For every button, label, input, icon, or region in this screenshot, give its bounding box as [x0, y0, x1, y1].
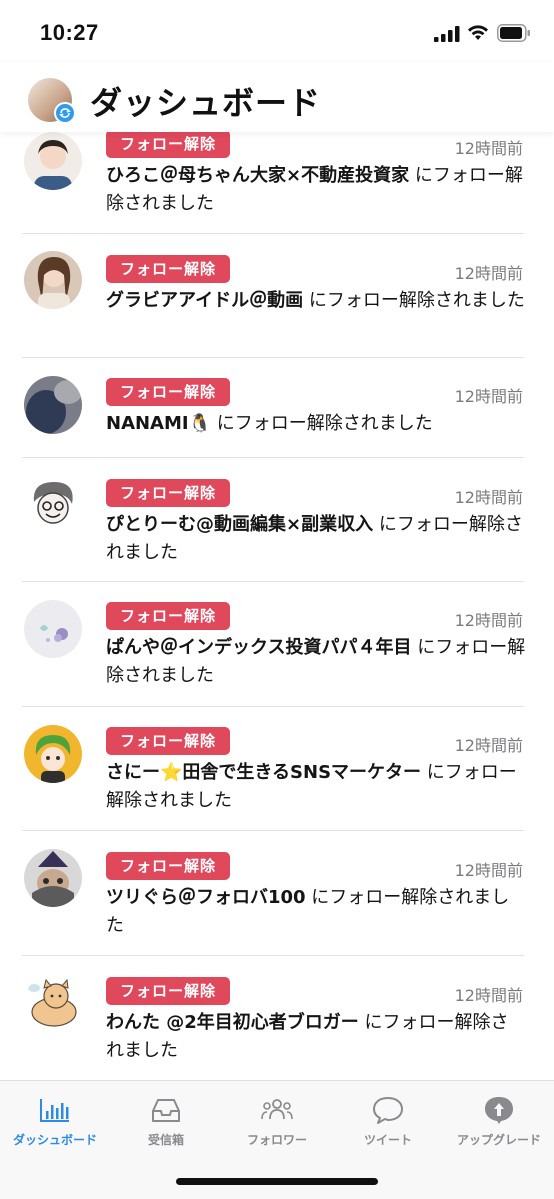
- user-avatar[interactable]: [24, 376, 82, 434]
- inbox-icon: [152, 1099, 180, 1122]
- user-name[interactable]: わんた @2年目初心者ブロガー: [106, 1012, 359, 1033]
- upgrade-icon: [485, 1097, 513, 1124]
- tab-label: フォロワー: [246, 1133, 307, 1147]
- tab-inbox[interactable]: 受信箱: [111, 1095, 221, 1148]
- user-avatar[interactable]: [24, 251, 82, 309]
- timestamp: 12時間前: [454, 488, 523, 507]
- message-text: グラビアアイドル＠動画 にフォロー解除されました: [106, 287, 526, 315]
- status-badge: フォロー解除: [106, 132, 231, 158]
- message-text: わんた @2年目初心者ブロガー にフォロー解除されました: [106, 1009, 526, 1065]
- status-badge: フォロー解除: [106, 479, 231, 507]
- timestamp: 12時間前: [454, 264, 523, 283]
- user-avatar[interactable]: [24, 974, 82, 1032]
- message-text: さにー⭐田舎で生きるSNSマーケター にフォロー解除されました: [106, 759, 526, 815]
- timestamp: 12時間前: [454, 861, 523, 880]
- status-badge: フォロー解除: [106, 378, 231, 406]
- timestamp: 12時間前: [454, 986, 523, 1005]
- user-name[interactable]: ひろこ＠母ちゃん大家×不動産投資家: [106, 165, 409, 186]
- list-item[interactable]: フォロー解除 12時間前 さにー⭐田舎で生きるSNSマーケター にフォロー解除さ…: [0, 707, 554, 831]
- tab-upgrade[interactable]: アップグレード: [444, 1095, 554, 1148]
- tab-tweets[interactable]: ツイート: [333, 1095, 443, 1148]
- tab-dashboard[interactable]: ダッシュボード: [0, 1095, 110, 1148]
- user-avatar[interactable]: [24, 849, 82, 907]
- page-title: ダッシュボード: [90, 84, 322, 122]
- timestamp: 12時間前: [454, 611, 523, 630]
- dashboard-header: ダッシュボード: [0, 62, 554, 132]
- unfollow-feed[interactable]: フォロー解除 12時間前 ひろこ＠母ちゃん大家×不動産投資家 にフォロー解除され…: [0, 132, 554, 1080]
- user-avatar[interactable]: [24, 132, 82, 190]
- user-avatar[interactable]: [24, 476, 82, 534]
- tab-followers[interactable]: フォロワー: [222, 1095, 332, 1148]
- list-item[interactable]: フォロー解除 12時間前 ぱんや＠インデックス投資パパ４年目 にフォロー解除され…: [0, 582, 554, 707]
- list-item[interactable]: フォロー解除 12時間前 NANAMI🐧 にフォロー解除されました: [0, 358, 554, 458]
- sync-icon[interactable]: [54, 102, 76, 124]
- status-badge: フォロー解除: [106, 977, 231, 1005]
- user-name[interactable]: さにー⭐田舎で生きるSNSマーケター: [106, 762, 421, 783]
- user-name[interactable]: NANAMI🐧: [106, 413, 211, 434]
- battery-icon: [497, 24, 530, 42]
- user-name[interactable]: グラビアアイドル＠動画: [106, 290, 303, 311]
- cellular-signal-icon: [434, 26, 460, 42]
- tab-label: ツイート: [363, 1133, 412, 1147]
- user-avatar[interactable]: [24, 725, 82, 783]
- list-item[interactable]: フォロー解除 12時間前 グラビアアイドル＠動画 にフォロー解除されました: [0, 234, 554, 358]
- wifi-icon: [468, 25, 488, 40]
- people-icon: [261, 1099, 293, 1120]
- timestamp: 12時間前: [454, 139, 523, 158]
- user-name[interactable]: ぱんや＠インデックス投資パパ４年目: [106, 637, 411, 658]
- user-name[interactable]: ぴとりーむ@動画編集×副業収入: [106, 514, 373, 535]
- message-suffix: にフォロー解除されました: [211, 413, 433, 434]
- status-badge: フォロー解除: [106, 255, 231, 283]
- user-name[interactable]: ツリぐら＠フォロバ100: [106, 887, 306, 908]
- speech-bubble-icon: [373, 1097, 403, 1124]
- list-item[interactable]: フォロー解除 12時間前 ツリぐら＠フォロバ100 にフォロー解除されました: [0, 831, 554, 956]
- status-bar: 10:27: [0, 0, 554, 62]
- tab-label: ダッシュボード: [12, 1133, 97, 1147]
- tab-label: アップグレード: [456, 1133, 541, 1147]
- user-avatar[interactable]: [24, 600, 82, 658]
- status-time: 10:27: [40, 20, 99, 45]
- timestamp: 12時間前: [454, 736, 523, 755]
- status-badge: フォロー解除: [106, 727, 231, 755]
- status-badge: フォロー解除: [106, 852, 231, 880]
- list-item[interactable]: フォロー解除 12時間前 ぴとりーむ@動画編集×副業収入 にフォロー解除されまし…: [0, 458, 554, 582]
- timestamp: 12時間前: [454, 387, 523, 406]
- list-item[interactable]: フォロー解除 12時間前 わんた @2年目初心者ブロガー にフォロー解除されまし…: [0, 956, 554, 1080]
- message-text: ぴとりーむ@動画編集×副業収入 にフォロー解除されました: [106, 511, 526, 567]
- message-text: ツリぐら＠フォロバ100 にフォロー解除されました: [106, 884, 526, 940]
- message-text: ぱんや＠インデックス投資パパ４年目 にフォロー解除されました: [106, 634, 526, 690]
- status-badge: フォロー解除: [106, 602, 231, 630]
- list-item[interactable]: フォロー解除 12時間前 ひろこ＠母ちゃん大家×不動産投資家 にフォロー解除され…: [0, 132, 554, 234]
- tab-label: 受信箱: [147, 1133, 184, 1147]
- home-indicator[interactable]: [176, 1178, 378, 1185]
- message-text: ひろこ＠母ちゃん大家×不動産投資家 にフォロー解除されました: [106, 162, 526, 218]
- message-suffix: にフォロー解除されました: [303, 290, 525, 311]
- bar-chart-icon: [40, 1099, 69, 1122]
- message-text: NANAMI🐧 にフォロー解除されました: [106, 410, 526, 438]
